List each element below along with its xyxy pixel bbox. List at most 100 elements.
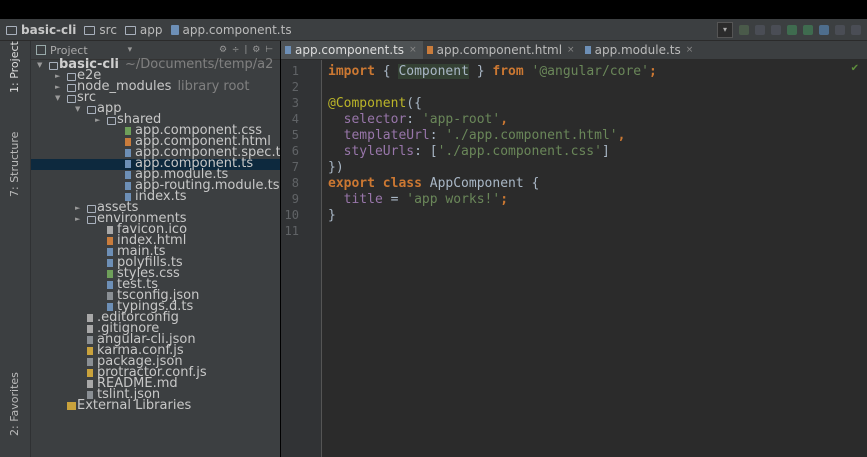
debug-icon[interactable]: [755, 25, 765, 35]
coverage-icon[interactable]: [771, 25, 781, 35]
code-token: ;: [648, 64, 657, 79]
left-tool-window-strip: 1: Project 7: Structure 2: Favorites: [0, 41, 31, 457]
editor-tab[interactable]: app.module.ts ×: [581, 41, 700, 59]
collapsed-arrow-icon[interactable]: ►: [75, 214, 83, 225]
code-token: {: [374, 64, 399, 79]
code-token: Component: [398, 64, 469, 79]
typescript-file-icon: [107, 248, 113, 256]
editor-tab-label: app.component.html: [436, 43, 563, 57]
code-line[interactable]: }: [328, 208, 336, 224]
close-icon[interactable]: ×: [409, 45, 417, 55]
line-number: 4: [291, 112, 299, 126]
breadcrumb-project-label: basic-cli: [21, 22, 77, 37]
line-number: 3: [291, 96, 299, 110]
breadcrumb-file-label: app.component.ts: [182, 22, 292, 37]
folder-icon: [87, 216, 96, 224]
breadcrumb-project[interactable]: basic-cli: [6, 23, 76, 37]
editor-tab[interactable]: app.component.ts ×: [281, 41, 423, 59]
tool-tab-project[interactable]: 1: Project: [8, 41, 21, 93]
code-line[interactable]: styleUrls: ['./app.component.css']: [328, 144, 610, 160]
navigation-bar: basic-cli src app app.component.ts ▾: [0, 19, 867, 41]
revert-icon[interactable]: [835, 25, 845, 35]
editor-tab-label: app.component.ts: [295, 43, 405, 57]
ts-file-icon: [285, 46, 291, 54]
editor-area: app.component.ts × app.component.html × app.…: [281, 41, 867, 457]
run-icon[interactable]: [739, 25, 749, 35]
collapsed-arrow-icon[interactable]: ►: [95, 115, 103, 126]
code-token: export class: [328, 176, 430, 191]
tree-item-hint: library root: [177, 79, 250, 94]
tree-item[interactable]: index.ts: [31, 189, 280, 204]
html-file-icon: [107, 237, 113, 245]
folder-icon: [67, 95, 76, 103]
expanded-arrow-icon[interactable]: ▼: [75, 104, 83, 115]
collapsed-arrow-icon[interactable]: ►: [55, 71, 63, 82]
code-line[interactable]: selector: 'app-root',: [328, 112, 508, 128]
tool-tab-structure[interactable]: 7: Structure: [8, 132, 21, 197]
code-token: : [: [414, 144, 438, 159]
tree-item[interactable]: ▼ src: [31, 91, 280, 104]
tool-tab-favorites[interactable]: 2: Favorites: [8, 372, 21, 436]
run-config-dropdown[interactable]: ▾: [717, 22, 733, 38]
editor-tab[interactable]: app.component.html ×: [423, 41, 581, 59]
line-number: 6: [291, 144, 299, 158]
vcs-commit-icon[interactable]: [803, 25, 813, 35]
code-token: }: [468, 64, 493, 79]
code-line[interactable]: import { Component } from '@angular/core…: [328, 64, 657, 80]
project-panel-tools[interactable]: ⚙ ÷ | ⚙ ⊢: [219, 45, 274, 55]
tree-item-label: index.ts: [135, 189, 187, 204]
close-icon[interactable]: ×: [686, 45, 694, 55]
css-file-icon: [125, 127, 131, 135]
expanded-arrow-icon[interactable]: ▼: [55, 93, 63, 104]
code-token: ,: [617, 128, 626, 143]
folder-icon: [107, 117, 116, 125]
line-number: 10: [284, 208, 299, 222]
project-tree: ▼ basic-cli ~/Documents/temp/a2 ► e2e ► node_m…: [31, 57, 280, 412]
code-line[interactable]: templateUrl: './app.component.html',: [328, 128, 626, 144]
typescript-file-icon: [125, 171, 131, 179]
tree-item[interactable]: External Libraries: [31, 399, 280, 412]
typescript-file-icon: [107, 259, 113, 267]
tree-item-hint: ~/Documents/temp/a2: [125, 57, 274, 72]
code-token: title: [328, 192, 383, 207]
breadcrumb-app[interactable]: app: [124, 23, 163, 37]
folder-icon: [49, 62, 58, 70]
breadcrumb-src[interactable]: src: [84, 23, 117, 37]
line-number: 8: [291, 176, 299, 190]
project-panel: Project ▾ ⚙ ÷ | ⚙ ⊢ ▼ basic-cli ~/Document…: [31, 41, 280, 457]
breadcrumb-file[interactable]: app.component.ts: [170, 22, 292, 37]
code-line[interactable]: export class AppComponent {: [328, 176, 539, 192]
tree-item[interactable]: ▼ basic-cli ~/Documents/temp/a2: [31, 57, 280, 72]
folder-icon: [87, 106, 96, 114]
editor-tab-label: app.module.ts: [594, 43, 681, 57]
ts-file-icon: [584, 46, 591, 54]
folder-icon: [87, 205, 96, 213]
collapsed-arrow-icon[interactable]: ►: [75, 203, 83, 214]
typescript-file-icon: [170, 24, 179, 35]
line-number: 2: [291, 80, 299, 94]
project-panel-title: Project: [50, 43, 88, 57]
line-number: 9: [291, 192, 299, 206]
library-icon: [67, 402, 76, 410]
code-token: './app.component.html': [445, 128, 618, 143]
code-token: 'app-root': [421, 112, 501, 127]
vcs-update-icon[interactable]: [787, 25, 797, 35]
code-token: :: [406, 112, 422, 127]
code-token: '@angular/core': [531, 64, 649, 79]
search-everywhere-icon[interactable]: [851, 25, 861, 35]
expanded-arrow-icon[interactable]: ▼: [37, 60, 45, 71]
code-line[interactable]: }): [328, 160, 344, 176]
tree-item[interactable]: ► node_modules library root: [31, 79, 280, 94]
typescript-file-icon: [107, 281, 113, 289]
close-icon[interactable]: ×: [567, 45, 575, 55]
chevron-down-icon[interactable]: ▾: [128, 45, 133, 55]
code-line[interactable]: title = 'app works!';: [328, 192, 508, 208]
code-line[interactable]: @Component({: [328, 96, 422, 112]
editor-tabs: app.component.ts × app.component.html × app.…: [281, 41, 867, 60]
code-token: selector: [328, 112, 407, 127]
code-token: :: [429, 128, 446, 143]
typescript-file-icon: [125, 182, 131, 190]
vcs-history-icon[interactable]: [819, 25, 829, 35]
code-token: from: [492, 64, 524, 79]
collapsed-arrow-icon[interactable]: ►: [55, 82, 63, 93]
